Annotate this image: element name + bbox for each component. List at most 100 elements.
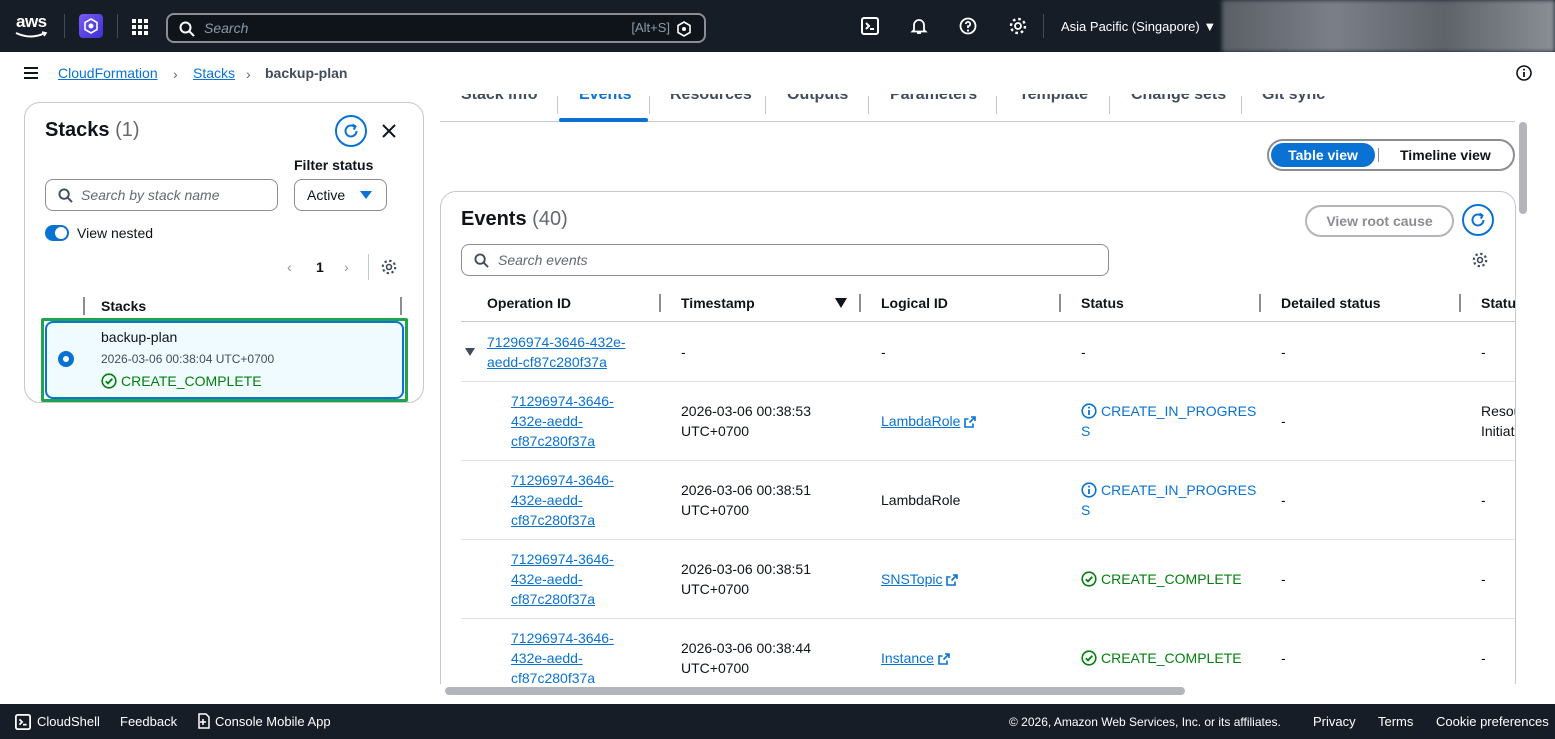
breadcrumb-stacks[interactable]: Stacks [193,65,235,81]
logical-id-link[interactable]: LambdaRole [881,413,960,429]
refresh-stacks-button[interactable] [335,115,367,147]
chevron-right-icon[interactable]: › [344,259,349,275]
cloudshell-icon[interactable] [15,714,31,730]
column-header-status[interactable]: Status [1081,295,1124,311]
column-resizer[interactable] [659,294,661,312]
column-resizer[interactable] [1459,294,1461,312]
success-check-icon [1081,650,1097,666]
event-operation-id[interactable]: 71296974-3646- [511,391,614,411]
event-operation-id[interactable]: cf87c280f37a [511,431,595,451]
event-operation-id[interactable]: 432e-aedd- [511,411,583,431]
services-grid-icon[interactable] [132,19,148,35]
event-status-reason: - [1481,650,1486,666]
event-operation-id[interactable]: 432e-aedd- [511,648,583,668]
chevron-left-icon[interactable]: ‹ [287,259,292,275]
aws-logo[interactable]: aws [14,12,50,40]
close-icon[interactable] [380,122,398,140]
search-icon [179,21,195,37]
search-icon [58,188,73,203]
vertical-scrollbar[interactable] [1519,122,1527,214]
event-timestamp-tz: UTC+0700 [681,502,750,518]
footer-privacy-link[interactable]: Privacy [1313,714,1356,729]
page-number[interactable]: 1 [316,259,324,275]
refresh-icon [1471,212,1485,227]
event-operation-id[interactable]: cf87c280f37a [511,589,595,609]
tab-resources[interactable]: Resources [670,94,752,104]
cloudshell-icon[interactable] [861,17,879,35]
settings-gear-icon[interactable] [381,259,397,275]
timeline-view-button[interactable]: Timeline view [1400,147,1491,163]
event-detailed-status: - [1281,492,1286,508]
stack-name: backup-plan [101,329,178,345]
sort-descending-icon[interactable] [835,298,847,308]
refresh-events-button[interactable] [1462,204,1494,236]
view-nested-toggle[interactable] [45,225,69,241]
event-status-reason: - [1481,571,1486,587]
footer-mobile-app-link[interactable]: Console Mobile App [215,714,331,729]
row-divider [461,618,1515,619]
column-resizer[interactable] [859,294,861,312]
event-status-reason: Resource creation [1481,403,1515,419]
tab-stack-info[interactable]: Stack info [461,94,537,104]
tab-template[interactable]: Template [1019,94,1088,104]
column-header-detailed-status[interactable]: Detailed status [1281,295,1381,311]
logical-id-link[interactable]: SNSTopic [881,571,942,587]
tab-parameters[interactable]: Parameters [890,94,977,104]
search-placeholder: Search [204,20,249,36]
menu-hamburger-icon[interactable] [24,67,38,79]
view-root-cause-button[interactable]: View root cause [1305,205,1454,237]
stack-radio-selected[interactable] [58,351,74,367]
events-search-input[interactable]: Search events [461,244,1109,276]
row-divider [461,460,1515,461]
column-header-operation-id[interactable]: Operation ID [487,295,571,311]
group-operation-id-line1[interactable]: 71296974-3646-432e- [487,332,626,352]
column-header-status-reason-clip: Status reason [1481,295,1515,311]
column-resizer[interactable] [1059,294,1061,312]
event-operation-id[interactable]: 71296974-3646- [511,470,614,490]
group-status: - [1081,344,1086,360]
tab-outputs[interactable]: Outputs [787,94,848,104]
filter-status-select[interactable]: Active [294,179,387,211]
event-operation-id[interactable]: 71296974-3646- [511,628,614,648]
expand-caret-icon[interactable] [465,348,475,356]
account-menu-redacted[interactable] [1222,0,1555,52]
event-timestamp: 2026-03-06 00:38:51 [681,482,811,498]
footer-terms-link[interactable]: Terms [1378,714,1413,729]
pager-divider [368,254,369,280]
column-resizer[interactable] [1259,294,1261,312]
footer-feedback-link[interactable]: Feedback [120,714,177,729]
tab-divider [557,96,558,114]
column-header-status-reason[interactable]: Status reason [1481,295,1515,311]
column-header-logical-id[interactable]: Logical ID [881,295,948,311]
footer-cloudshell-link[interactable]: CloudShell [37,714,100,729]
event-operation-id[interactable]: 71296974-3646- [511,549,614,569]
stack-search-input[interactable]: Search by stack name [45,179,278,211]
cloudformation-service-icon[interactable] [79,14,103,38]
region-selector[interactable]: Asia Pacific (Singapore) ▼ [1061,19,1216,34]
horizontal-scrollbar[interactable] [445,687,1185,695]
event-operation-id[interactable]: 432e-aedd- [511,490,583,510]
success-check-icon [101,373,117,389]
notifications-bell-icon[interactable] [910,17,928,35]
status-reason-clip: Resource creation Initiated [1481,401,1515,441]
logical-id-link-wrap: SNSTopic [881,569,959,589]
tab-events[interactable]: Events [579,94,631,104]
event-operation-id[interactable]: 432e-aedd- [511,569,583,589]
group-operation-id-line2[interactable]: aedd-cf87c280f37a [487,352,607,372]
column-header-timestamp[interactable]: Timestamp [681,295,755,311]
event-operation-id[interactable]: cf87c280f37a [511,510,595,530]
tab-git-sync[interactable]: Git sync [1262,94,1325,104]
table-view-button[interactable]: Table view [1271,143,1375,167]
settings-gear-icon[interactable] [1009,17,1027,35]
breadcrumb-cloudformation[interactable]: CloudFormation [58,65,158,81]
help-icon[interactable] [959,17,977,35]
event-timestamp-tz: UTC+0700 [681,423,750,439]
tab-change-sets[interactable]: Change sets [1131,94,1226,104]
event-status-reason: - [1481,492,1486,508]
footer-cookie-preferences-link[interactable]: Cookie preferences [1436,714,1549,729]
table-settings-gear-icon[interactable] [1472,252,1488,268]
info-icon[interactable] [1516,65,1532,81]
logical-id-link[interactable]: Instance [881,650,934,666]
global-search-input[interactable]: Search [Alt+S] [166,13,706,43]
stack-search-placeholder: Search by stack name [81,187,220,203]
